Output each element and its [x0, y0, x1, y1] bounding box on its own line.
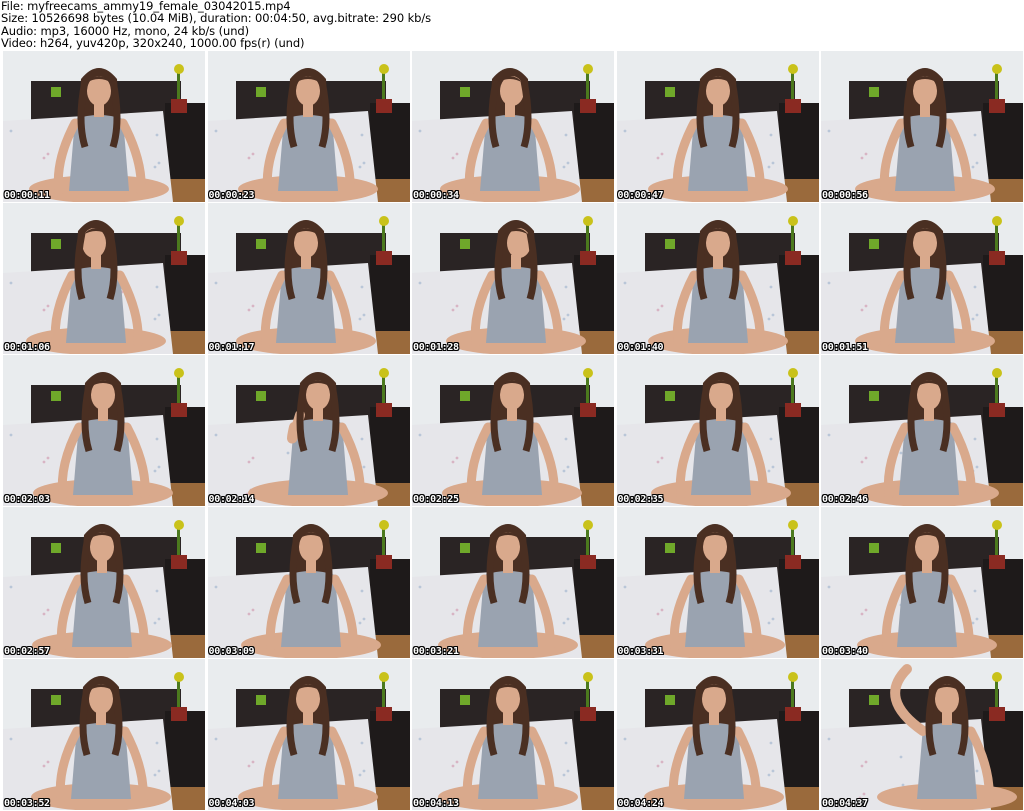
- thumbnail-image: [412, 51, 614, 202]
- thumbnail-image: [821, 659, 1023, 810]
- thumbnail-timestamp: 00:02:46: [822, 494, 868, 505]
- video-thumbnail: 00:02:46: [821, 355, 1023, 506]
- video-thumbnail: 00:02:57: [3, 507, 205, 658]
- video-thumbnail: 00:04:24: [616, 659, 819, 810]
- thumbnail-image: [616, 507, 819, 658]
- thumbnail-image: [821, 355, 1023, 506]
- thumbnail-image: [821, 51, 1023, 202]
- thumbnail-image: [3, 51, 205, 202]
- video-thumbnail: 00:03:31: [616, 507, 819, 658]
- thumbnail-timestamp: 00:02:57: [4, 646, 50, 657]
- thumbnail-image: [821, 203, 1023, 354]
- video-thumbnail: 00:03:40: [821, 507, 1023, 658]
- thumbnail-image: [616, 51, 819, 202]
- thumbnail-image: [207, 51, 410, 202]
- file-info-header: File: myfreecams_ammy19_female_03042015.…: [0, 0, 1024, 50]
- thumbnail-timestamp: 00:00:47: [617, 190, 664, 201]
- video-thumbnail: 00:01:06: [3, 203, 205, 354]
- thumbnail-image: [821, 507, 1023, 658]
- thumbnail-timestamp: 00:03:09: [208, 646, 255, 657]
- thumbnail-timestamp: 00:00:34: [413, 190, 459, 201]
- thumbnail-timestamp: 00:03:52: [4, 798, 50, 809]
- thumbnail-timestamp: 00:02:25: [413, 494, 459, 505]
- thumbnail-grid: 00:00:11 00:00:23 00:00:34 00:00:47 00:00:56…: [3, 51, 1023, 811]
- thumbnail-timestamp: 00:04:24: [617, 798, 664, 809]
- thumbnail-timestamp: 00:02:03: [4, 494, 50, 505]
- video-thumbnail: 00:01:51: [821, 203, 1023, 354]
- thumbnail-image: [3, 659, 205, 810]
- video-thumbnail: 00:04:13: [412, 659, 614, 810]
- thumbnail-timestamp: 00:00:23: [208, 190, 255, 201]
- thumbnail-image: [616, 659, 819, 810]
- video-thumbnail: 00:01:17: [207, 203, 410, 354]
- thumbnail-timestamp: 00:01:06: [4, 342, 50, 353]
- thumbnail-image: [616, 203, 819, 354]
- file-size-line: Size: 10526698 bytes (10.04 MiB), durati…: [1, 11, 432, 26]
- video-thumbnail: 00:03:52: [3, 659, 205, 810]
- thumbnail-timestamp: 00:02:35: [617, 494, 664, 505]
- thumbnail-timestamp: 00:00:11: [4, 190, 50, 201]
- video-thumbnail: 00:04:03: [207, 659, 410, 810]
- thumbnail-image: [3, 355, 205, 506]
- video-thumbnail: 00:02:03: [3, 355, 205, 506]
- video-thumbnail: 00:00:56: [821, 51, 1023, 202]
- thumbnail-image: [3, 203, 205, 354]
- thumbnail-timestamp: 00:04:37: [822, 798, 868, 809]
- video-thumbnail: 00:03:21: [412, 507, 614, 658]
- thumbnail-timestamp: 00:02:14: [208, 494, 255, 505]
- thumbnail-image: [412, 659, 614, 810]
- thumbnail-image: [412, 507, 614, 658]
- video-thumbnail: 00:01:28: [412, 203, 614, 354]
- video-thumbnail: 00:00:47: [616, 51, 819, 202]
- thumbnail-image: [616, 355, 819, 506]
- thumbnail-timestamp: 00:03:40: [822, 646, 868, 657]
- video-thumbnail: 00:03:09: [207, 507, 410, 658]
- thumbnail-timestamp: 00:04:03: [208, 798, 255, 809]
- video-thumbnail: 00:02:35: [616, 355, 819, 506]
- thumbnail-timestamp: 00:03:31: [617, 646, 664, 657]
- video-thumbnail: 00:02:14: [207, 355, 410, 506]
- video-thumbnail: 00:00:23: [207, 51, 410, 202]
- thumbnail-image: [207, 507, 410, 658]
- thumbnail-timestamp: 00:03:21: [413, 646, 459, 657]
- video-thumbnail: 00:04:37: [821, 659, 1023, 810]
- thumbnail-timestamp: 00:01:51: [822, 342, 868, 353]
- thumbnail-image: [207, 659, 410, 810]
- thumbnail-timestamp: 00:01:28: [413, 342, 459, 353]
- video-thumbnail: 00:00:11: [3, 51, 205, 202]
- thumbnail-image: [412, 203, 614, 354]
- thumbnail-timestamp: 00:04:13: [413, 798, 459, 809]
- thumbnail-image: [207, 355, 410, 506]
- thumbnail-timestamp: 00:01:17: [208, 342, 255, 353]
- thumbnail-image: [412, 355, 614, 506]
- thumbnail-image: [3, 507, 205, 658]
- video-thumbnail: 00:00:34: [412, 51, 614, 202]
- thumbnail-image: [207, 203, 410, 354]
- thumbnail-timestamp: 00:00:56: [822, 190, 868, 201]
- video-info-line: Video: h264, yuv420p, 320x240, 1000.00 f…: [1, 36, 305, 51]
- video-thumbnail: 00:01:40: [616, 203, 819, 354]
- thumbnail-timestamp: 00:01:40: [617, 342, 664, 353]
- video-thumbnail: 00:02:25: [412, 355, 614, 506]
